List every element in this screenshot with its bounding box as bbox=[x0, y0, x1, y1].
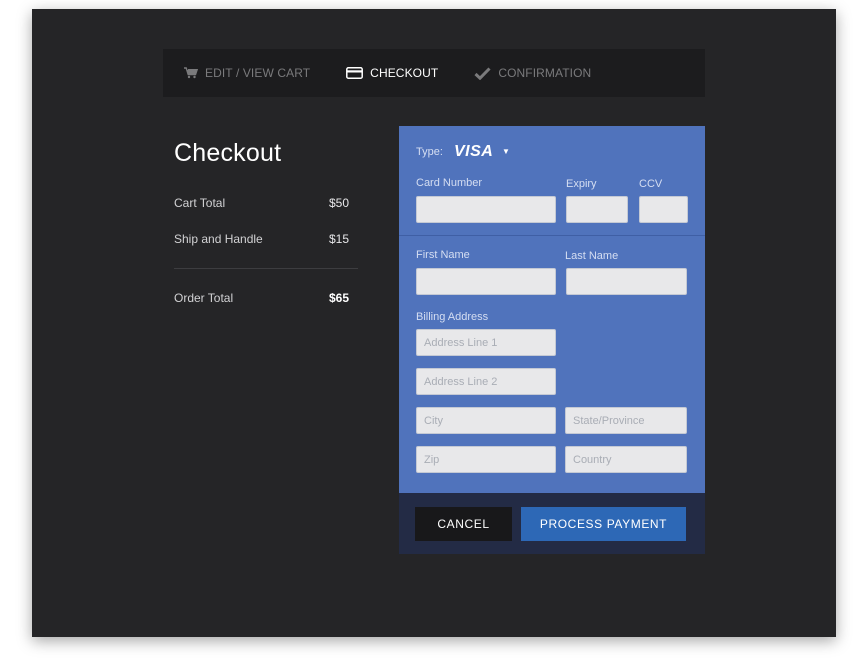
checkmark-icon bbox=[474, 66, 491, 80]
address-line1-input[interactable] bbox=[416, 329, 556, 356]
city-input[interactable] bbox=[416, 407, 556, 434]
page-title: Checkout bbox=[174, 139, 282, 167]
credit-card-icon bbox=[346, 67, 364, 79]
expiry-label: Expiry bbox=[566, 178, 597, 190]
card-section: Type: VISA ▼ Card Number Expiry CCV bbox=[399, 126, 705, 236]
shipping-value: $15 bbox=[328, 232, 349, 246]
checkout-steps: EDIT / VIEW CART CHECKOUT CONFIRMATION bbox=[163, 49, 705, 97]
step-label: CHECKOUT bbox=[370, 66, 439, 80]
ccv-label: CCV bbox=[639, 178, 663, 190]
cancel-button[interactable]: CANCEL bbox=[415, 507, 512, 541]
cart-icon bbox=[184, 67, 198, 79]
cart-total-label: Cart Total bbox=[174, 196, 226, 210]
order-total-value: $65 bbox=[328, 291, 349, 305]
card-type-select[interactable]: VISA bbox=[454, 143, 493, 161]
zip-input[interactable] bbox=[416, 446, 556, 473]
shipping-label: Ship and Handle bbox=[174, 232, 263, 246]
cart-total-value: $50 bbox=[328, 196, 349, 210]
order-total-label: Order Total bbox=[174, 291, 234, 305]
process-payment-button[interactable]: PROCESS PAYMENT bbox=[521, 507, 686, 541]
expiry-input[interactable] bbox=[566, 196, 628, 223]
state-input[interactable] bbox=[565, 407, 687, 434]
summary-divider bbox=[174, 268, 358, 269]
step-label: EDIT / VIEW CART bbox=[205, 66, 311, 80]
step-edit-cart[interactable]: EDIT / VIEW CART bbox=[184, 66, 310, 80]
shipping-row: Ship and Handle $15 bbox=[174, 232, 358, 246]
ccv-input[interactable] bbox=[639, 196, 688, 223]
last-name-label: Last Name bbox=[565, 250, 619, 262]
address-line2-input[interactable] bbox=[416, 368, 556, 395]
first-name-input[interactable] bbox=[416, 268, 556, 295]
chevron-down-icon[interactable]: ▼ bbox=[502, 147, 510, 156]
last-name-input[interactable] bbox=[566, 268, 687, 295]
order-total-row: Order Total $65 bbox=[174, 291, 358, 305]
card-number-input[interactable] bbox=[416, 196, 556, 223]
step-checkout[interactable]: CHECKOUT bbox=[346, 66, 438, 80]
cart-total-row: Cart Total $50 bbox=[174, 196, 358, 210]
payment-panel: Type: VISA ▼ Card Number Expiry CCV Firs… bbox=[399, 126, 705, 554]
card-number-label: Card Number bbox=[416, 177, 483, 189]
type-label: Type: bbox=[416, 146, 443, 158]
billing-address-label: Billing Address bbox=[416, 311, 489, 323]
country-input[interactable] bbox=[565, 446, 687, 473]
order-summary: Checkout Cart Total $50 Ship and Handle … bbox=[174, 139, 358, 327]
first-name-label: First Name bbox=[416, 249, 470, 261]
checkout-window: EDIT / VIEW CART CHECKOUT CONFIRMATION C… bbox=[32, 9, 836, 637]
payment-actions: CANCEL PROCESS PAYMENT bbox=[399, 493, 705, 554]
step-confirmation[interactable]: CONFIRMATION bbox=[474, 66, 591, 80]
step-label: CONFIRMATION bbox=[498, 66, 592, 80]
